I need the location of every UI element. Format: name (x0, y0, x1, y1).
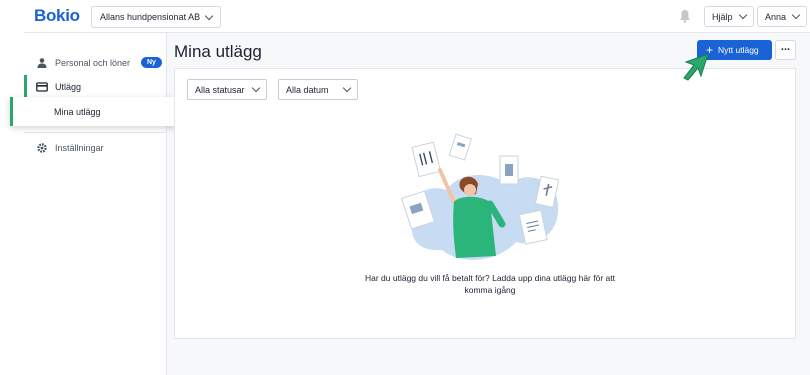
help-label: Hjälp (712, 11, 733, 22)
pointer-cursor-icon (683, 53, 709, 81)
new-expense-label: Nytt utlägg (718, 45, 759, 55)
sidebar-item-label: Personal och löner (55, 58, 131, 68)
gear-icon (37, 143, 47, 153)
status-filter[interactable]: Alla statusar (187, 79, 267, 100)
help-menu-button[interactable]: Hjälp (704, 6, 754, 27)
chevron-down-icon (791, 10, 801, 20)
person-icon (37, 58, 47, 68)
more-options-button[interactable]: ... (775, 40, 796, 60)
chevron-down-icon (204, 11, 214, 20)
sidebar-item-label: Mina utlägg (54, 106, 101, 117)
sidebar-item-personal[interactable]: Personal och löner Ny (24, 52, 167, 74)
date-filter[interactable]: Alla datum (278, 79, 358, 100)
date-filter-label: Alla datum (286, 84, 329, 95)
status-filter-label: Alla statusar (195, 84, 245, 95)
bell-icon[interactable] (679, 9, 691, 23)
sidebar-item-label: Inställningar (55, 143, 104, 153)
chevron-down-icon (738, 10, 747, 20)
empty-state-illustration (401, 133, 560, 260)
new-badge: Ny (141, 57, 162, 68)
sidebar-item-utlagg[interactable]: Utlägg (24, 76, 167, 98)
user-menu-button[interactable]: Anna (757, 6, 808, 27)
sidebar-item-settings[interactable]: Inställningar (24, 137, 167, 159)
sidebar: Personal och löner Ny Utlägg Inställning… (24, 33, 167, 375)
company-name: Allans hundpensionat AB (100, 12, 201, 22)
empty-state-message: Har du utlägg du vill få betalt för? Lad… (365, 273, 615, 295)
top-bar: Bokio Allans hundpensionat AB Hjälp Anna (24, 0, 810, 33)
receipt-card-icon (36, 82, 48, 92)
chevron-down-icon (342, 83, 352, 93)
sidebar-divider (24, 132, 167, 133)
chevron-down-icon (251, 83, 261, 93)
bokio-logo[interactable]: Bokio (34, 6, 80, 26)
active-indicator (10, 97, 13, 126)
sidebar-item-label: Utlägg (55, 82, 82, 92)
company-selector[interactable]: Allans hundpensionat AB (91, 6, 222, 28)
sidebar-item-mina-utlagg[interactable]: Mina utlägg (10, 97, 180, 126)
user-label: Anna (765, 11, 787, 22)
page-title: Mina utlägg (174, 42, 262, 61)
